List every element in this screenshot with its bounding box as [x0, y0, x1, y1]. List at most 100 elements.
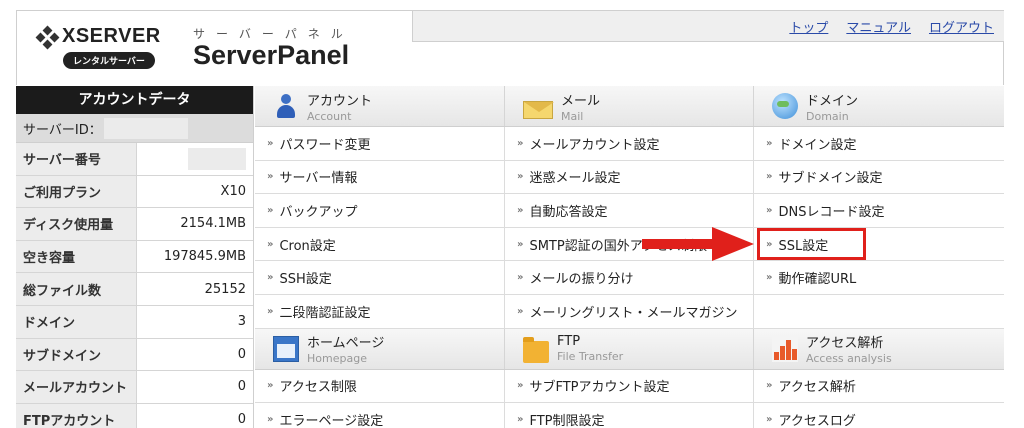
menu-link[interactable]: » アクセス制限 [255, 369, 505, 403]
section-header-row: ホームページ Homepage FTP File Transfer アクセス解析 Acce… [255, 328, 1004, 370]
menu-link-label: メーリングリスト・メールマガジン [529, 305, 738, 321]
section-subtitle: Account [307, 109, 352, 123]
menu-link[interactable]: » バックアップ [255, 194, 505, 227]
menu-link[interactable]: » 二段階認証設定 [255, 294, 505, 328]
menu-link-label: アクセス解析 [778, 380, 856, 396]
account-row: 総ファイル数 25152 [16, 273, 253, 306]
double-chevron-right-icon: » [517, 305, 524, 317]
menu-row: » Cron設定» SMTP認証の国外アクセス制限» SSL設定 [255, 227, 1004, 262]
menu-link[interactable]: » 自動応答設定 [505, 194, 754, 227]
menu-link-label: FTP制限設定 [529, 413, 605, 428]
menu-link[interactable]: » メールアカウント設定 [505, 127, 754, 160]
menu-grid: アカウント Account メール Mail ドメイン Domain » パスワード変更» メ… [255, 86, 1004, 428]
header: XSERVER レンタルサーバー サーバーパネル ServerPanel トップ… [16, 10, 1004, 85]
menu-link-label: Cron設定 [279, 238, 336, 254]
menu-link[interactable]: » アクセスログ [754, 403, 1004, 428]
menu-link-label: サーバー情報 [279, 171, 358, 187]
double-chevron-right-icon: » [517, 171, 524, 183]
ssl-highlight-box [757, 228, 866, 260]
xserver-logo[interactable]: XSERVER レンタルサーバー [35, 25, 177, 69]
double-chevron-right-icon: » [766, 204, 773, 216]
menu-link[interactable]: » サブドメイン設定 [754, 160, 1004, 194]
menu-row: » アクセス制限 » サブFTPアカウント設定 » アクセス解析 [255, 369, 1004, 404]
double-chevron-right-icon: » [766, 272, 773, 284]
server-id-masked [103, 117, 188, 139]
manual-link[interactable]: マニュアル [846, 17, 911, 36]
account-row-label: ドメイン [16, 305, 137, 338]
section-header-access-analysis: アクセス解析 Access analysis [754, 329, 1004, 369]
account-row-value: 0 [137, 338, 253, 371]
account-row-value: 197845.9MB [137, 240, 253, 273]
account-row: 空き容量 197845.9MB [16, 240, 253, 274]
menu-link-label: 迷惑メール設定 [529, 171, 621, 187]
section-title: アクセス解析 [806, 336, 884, 352]
empty-cell [754, 294, 1004, 328]
section-subtitle: Mail [561, 109, 584, 123]
menu-link-label: DNSレコード設定 [778, 204, 885, 220]
account-row-label: ご利用プラン [16, 175, 137, 208]
section-header-account: アカウント Account [255, 86, 505, 126]
mail-icon [523, 101, 554, 119]
account-row: ドメイン 3 [16, 305, 253, 339]
logout-link[interactable]: ログアウト [929, 17, 994, 36]
section-title: ホームページ [307, 336, 385, 352]
double-chevron-right-icon: » [517, 413, 524, 425]
section-subtitle: Domain [806, 109, 849, 123]
menu-link-label: サブドメイン設定 [778, 171, 883, 187]
logo-badge: レンタルサーバー [63, 52, 155, 69]
section-header-mail: メール Mail [505, 86, 754, 126]
account-row-label: メールアカウント [16, 371, 137, 403]
double-chevron-right-icon: » [517, 380, 524, 392]
menu-row: » バックアップ » 自動応答設定 » DNSレコード設定 [255, 194, 1004, 228]
account-row-label: FTPアカウント [16, 403, 137, 428]
window-icon [273, 335, 299, 362]
double-chevron-right-icon: » [517, 272, 524, 284]
menu-link[interactable]: » パスワード変更 [255, 127, 505, 160]
menu-link[interactable]: » DNSレコード設定 [754, 194, 1004, 227]
menu-link[interactable]: » 迷惑メール設定 [505, 160, 754, 194]
double-chevron-right-icon: » [766, 380, 773, 392]
section-title: メール [561, 93, 601, 109]
account-data-title: アカウントデータ [16, 86, 253, 114]
menu-row: » 二段階認証設定 » メーリングリスト・メールマガジン [255, 294, 1004, 329]
menu-link-label: アクセスログ [778, 413, 856, 428]
section-subtitle: Homepage [307, 352, 367, 366]
section-subtitle: Access analysis [806, 352, 892, 366]
double-chevron-right-icon: » [517, 204, 524, 216]
diamond-logo-icon [35, 25, 60, 49]
menu-link[interactable]: » ドメイン設定 [754, 127, 1004, 160]
section-header-row: アカウント Account メール Mail ドメイン Domain [255, 86, 1004, 127]
menu-link[interactable]: » アクセス解析 [754, 369, 1004, 403]
section-title: アカウント [307, 93, 373, 109]
panel-title: サーバーパネル ServerPanel [193, 25, 354, 71]
account-row: FTPアカウント 0 [16, 403, 253, 428]
double-chevron-right-icon: » [267, 238, 274, 250]
menu-link[interactable]: » サーバー情報 [255, 160, 505, 194]
account-row: ディスク使用量 2154.1MB [16, 208, 253, 241]
menu-link[interactable]: » メールの振り分け [505, 261, 754, 294]
menu-link-label: 自動応答設定 [529, 204, 608, 220]
top-link[interactable]: トップ [789, 17, 828, 36]
menu-link[interactable]: » メーリングリスト・メールマガジン [505, 294, 754, 328]
menu-link[interactable]: » エラーページ設定 [255, 403, 505, 428]
section-header-homepage: ホームページ Homepage [255, 328, 505, 369]
account-row-value [137, 143, 253, 175]
menu-link[interactable]: » FTP制限設定 [505, 403, 754, 428]
menu-link-label: ドメイン設定 [778, 137, 857, 153]
red-arrow-icon [642, 227, 754, 261]
menu-link-label: バックアップ [279, 204, 358, 220]
menu-link-label: SSH設定 [279, 272, 332, 288]
menu-link[interactable]: » Cron設定 [255, 227, 505, 261]
menu-link-label: 二段階認証設定 [279, 305, 371, 321]
account-row: ご利用プラン X10 [16, 175, 253, 209]
server-id-row: サーバーID： [16, 114, 253, 143]
account-row-label: 総ファイル数 [16, 273, 137, 305]
menu-link[interactable]: » 動作確認URL [754, 261, 1004, 294]
menu-link[interactable]: » サブFTPアカウント設定 [505, 369, 754, 403]
menu-link[interactable]: » SSH設定 [255, 261, 505, 294]
menu-link-label: パスワード変更 [279, 137, 371, 153]
double-chevron-right-icon: » [766, 137, 773, 149]
section-title: FTP [557, 334, 581, 350]
account-row-value: 2154.1MB [137, 208, 253, 240]
account-row-label: サブドメイン [16, 338, 137, 371]
